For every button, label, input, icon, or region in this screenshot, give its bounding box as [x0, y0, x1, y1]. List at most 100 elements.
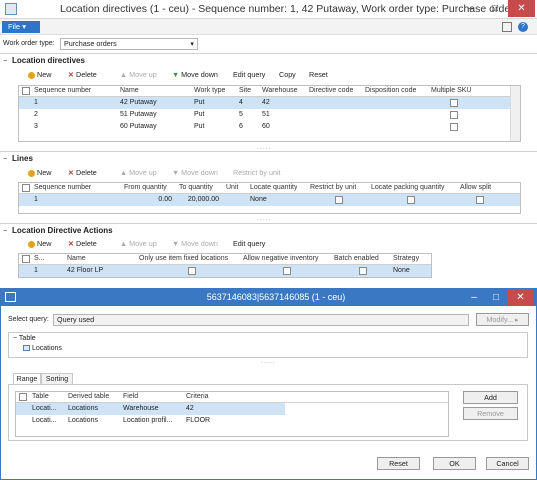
maximize-button[interactable]: □ [484, 0, 506, 17]
col-restrict-by-unit[interactable]: Restrict by unit [310, 183, 356, 193]
splitter-handle[interactable]: ..... [257, 215, 272, 222]
multiple-sku-checkbox[interactable] [450, 123, 458, 131]
delete-button[interactable]: ✕ Delete [68, 70, 97, 79]
collapse-icon[interactable]: − [13, 335, 17, 342]
new-button[interactable]: New [28, 168, 51, 177]
move-down-button[interactable]: ▼ Move down [172, 168, 218, 177]
only-fixed-locations-checkbox[interactable] [188, 267, 196, 275]
app-icon [5, 3, 17, 15]
reset-button[interactable]: Reset [309, 70, 328, 79]
table-row[interactable]: Locati... Locations Location profil... F… [16, 415, 285, 427]
col-warehouse[interactable]: Warehouse [262, 86, 298, 96]
col-from-quantity[interactable]: From quantity [124, 183, 167, 193]
allow-negative-checkbox[interactable] [283, 267, 291, 275]
help-icon[interactable]: ? [518, 22, 528, 32]
close-button[interactable]: ✕ [508, 0, 535, 17]
move-up-button[interactable]: ▲ Move up [120, 239, 157, 248]
batch-enabled-checkbox[interactable] [359, 267, 367, 275]
actions-header[interactable]: − Location Directive Actions [0, 223, 537, 237]
edit-query-button[interactable]: Edit query [233, 70, 265, 79]
col-to-quantity[interactable]: To quantity [179, 183, 213, 193]
table-row[interactable]: 2 51 Putaway Put 5 51 [19, 109, 510, 121]
col-sequence[interactable]: S... [34, 254, 45, 264]
delete-button[interactable]: ✕ Delete [68, 239, 97, 248]
cell-seq: 1 [34, 99, 38, 106]
col-locate-packing-quantity[interactable]: Locate packing quantity [371, 183, 445, 193]
modify-button[interactable]: Modify... ▸ [476, 313, 529, 326]
remove-button[interactable]: Remove [463, 407, 518, 420]
col-criteria[interactable]: Criteria [186, 392, 209, 402]
col-directive-code[interactable]: Directive code [309, 86, 353, 96]
restrict-by-unit-checkbox[interactable] [335, 196, 343, 204]
new-button[interactable]: New [28, 70, 51, 79]
col-site[interactable]: Site [239, 86, 251, 96]
col-allow-negative[interactable]: Allow negative inventory [243, 254, 319, 264]
move-up-button[interactable]: ▲ Move up [120, 70, 157, 79]
query-dialog: 5637146083|5637146085 (1 - ceu) – □ ✕ Se… [0, 288, 537, 480]
minimize-button[interactable]: – [460, 0, 482, 17]
copy-button[interactable]: Copy [279, 70, 296, 79]
tree-root[interactable]: − Table [13, 335, 36, 342]
new-label: New [37, 168, 52, 177]
select-all-checkbox[interactable] [22, 87, 30, 95]
delete-button[interactable]: ✕ Delete [68, 168, 97, 177]
ok-button[interactable]: OK [433, 457, 476, 470]
splitter-handle[interactable]: ..... [257, 144, 272, 151]
allow-split-checkbox[interactable] [476, 196, 484, 204]
minimize-button[interactable]: – [463, 289, 485, 306]
move-down-button[interactable]: ▼ Move down [172, 239, 218, 248]
restrict-by-unit-button[interactable]: Restrict by unit [233, 168, 281, 177]
close-button[interactable]: ✕ [507, 289, 534, 306]
col-batch-enabled[interactable]: Batch enabled [334, 254, 379, 264]
select-all-checkbox[interactable] [22, 255, 30, 263]
col-table[interactable]: Table [32, 392, 49, 402]
new-button[interactable]: New [28, 239, 51, 248]
col-strategy[interactable]: Strategy [393, 254, 419, 264]
add-button[interactable]: Add [463, 391, 518, 404]
table-row[interactable]: 1 42 Floor LP None [19, 265, 431, 277]
col-sequence-number[interactable]: Sequence number [34, 183, 91, 193]
col-sequence-number[interactable]: Sequence number [34, 86, 91, 96]
select-all-checkbox[interactable] [22, 184, 30, 192]
multiple-sku-checkbox[interactable] [450, 99, 458, 107]
col-disposition-code[interactable]: Disposition code [365, 86, 416, 96]
col-work-type[interactable]: Work type [194, 86, 225, 96]
col-field[interactable]: Field [123, 392, 138, 402]
cell-strategy: None [393, 267, 410, 274]
col-derived-table[interactable]: Derived table [68, 392, 109, 402]
move-up-button[interactable]: ▲ Move up [120, 168, 157, 177]
select-all-checkbox[interactable] [19, 393, 27, 401]
splitter-handle[interactable]: ..... [261, 358, 276, 365]
table-row[interactable]: 1 0.00 20,000.00 None [19, 194, 520, 206]
select-query-field[interactable]: Query used [53, 314, 469, 326]
col-unit[interactable]: Unit [226, 183, 238, 193]
cell-site: 6 [239, 123, 243, 130]
file-menu-button[interactable]: File ▾ [2, 21, 40, 33]
tree-node-locations[interactable]: Locations [23, 345, 62, 352]
col-multiple-sku[interactable]: Multiple SKU [431, 86, 471, 96]
col-name[interactable]: Name [67, 254, 86, 264]
col-locate-quantity[interactable]: Locate quantity [250, 183, 297, 193]
locate-packing-checkbox[interactable] [407, 196, 415, 204]
cancel-button[interactable]: Cancel [486, 457, 529, 470]
move-down-button[interactable]: ▼ Move down [172, 70, 218, 79]
col-only-fixed-locations[interactable]: Only use item fixed locations [139, 254, 228, 264]
location-directives-header[interactable]: − Location directives [0, 53, 537, 67]
collapse-icon[interactable]: − [3, 154, 7, 163]
table-row[interactable]: Locati... Locations Warehouse 42 [16, 403, 285, 415]
move-up-label: Move up [129, 168, 157, 177]
table-row[interactable]: 3 60 Putaway Put 6 60 [19, 121, 510, 133]
layout-icon[interactable] [502, 22, 512, 32]
col-allow-split[interactable]: Allow split [460, 183, 491, 193]
table-row[interactable]: 1 42 Putaway Put 4 42 [19, 97, 510, 109]
multiple-sku-checkbox[interactable] [450, 111, 458, 119]
vertical-scrollbar[interactable] [510, 86, 520, 141]
maximize-button[interactable]: □ [485, 289, 507, 306]
work-order-type-select[interactable]: Purchase orders ▾ [60, 38, 198, 50]
collapse-icon[interactable]: − [3, 56, 7, 65]
col-name[interactable]: Name [120, 86, 139, 96]
reset-button[interactable]: Reset [377, 457, 420, 470]
collapse-icon[interactable]: − [3, 226, 7, 235]
edit-query-button[interactable]: Edit query [233, 239, 265, 248]
lines-header[interactable]: − Lines [0, 151, 537, 165]
